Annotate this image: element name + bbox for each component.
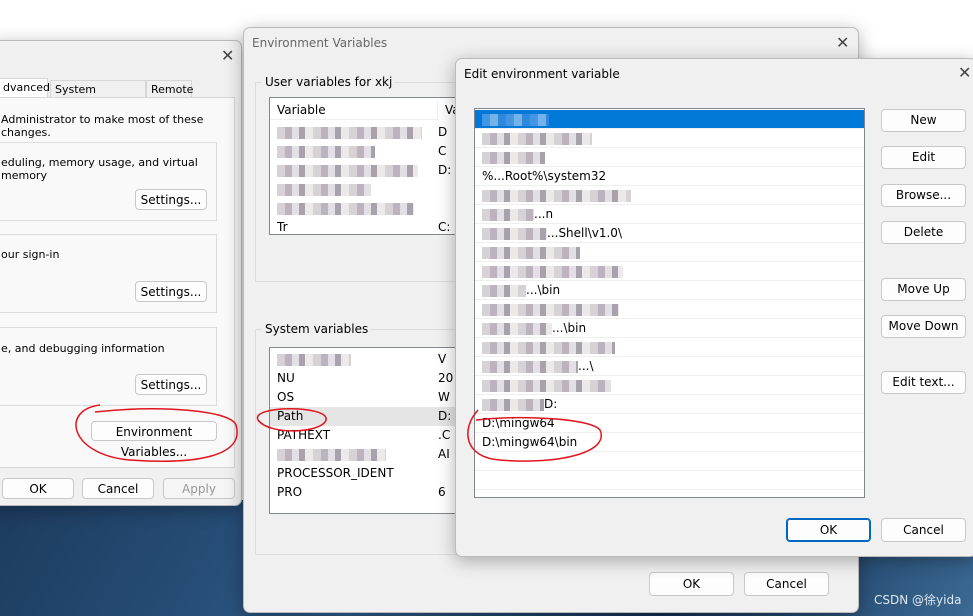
annotation-mingw — [467, 409, 603, 462]
annotation-path — [257, 408, 327, 432]
watermark: CSDN @徐yida — [874, 593, 962, 607]
red-annotations — [75, 404, 603, 462]
annotation-env-button — [75, 404, 238, 462]
